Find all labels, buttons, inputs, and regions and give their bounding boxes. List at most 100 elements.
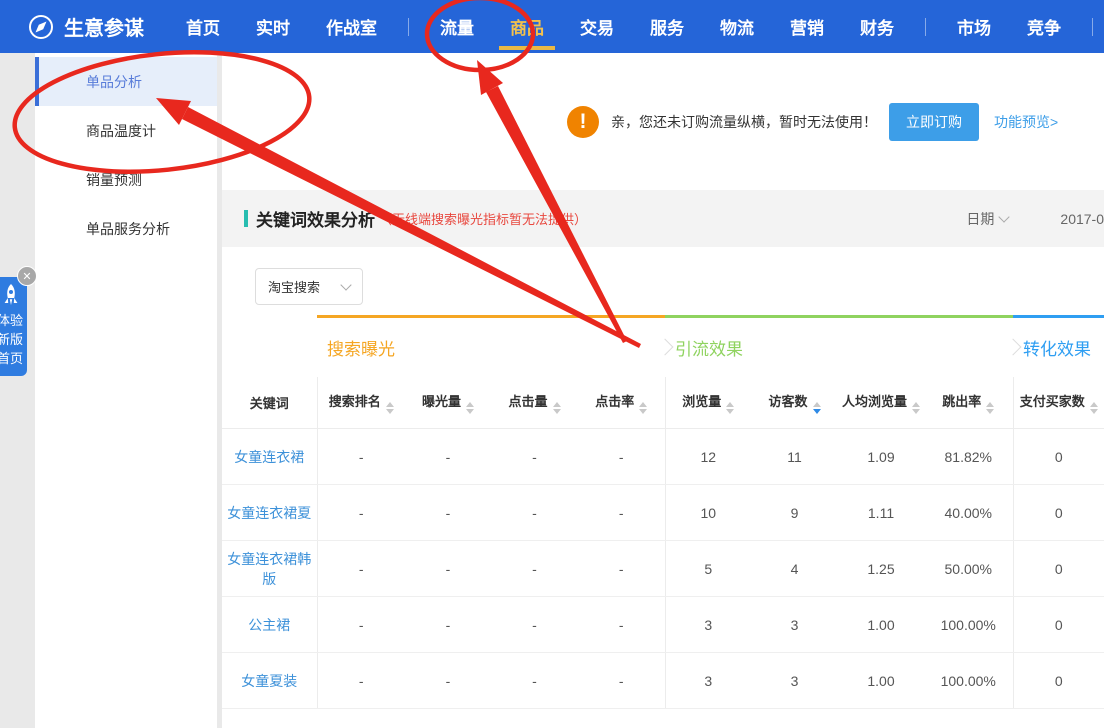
nav-item-competition[interactable]: 竞争 xyxy=(1009,0,1079,53)
metric-cell: 3 xyxy=(665,653,751,709)
sort-icon[interactable] xyxy=(813,402,821,414)
column-group-label: 转化效果 xyxy=(1023,340,1091,359)
metric-cell: 10 xyxy=(665,485,751,541)
nav-divider xyxy=(408,18,409,36)
nav-item-traffic[interactable]: 流量 xyxy=(422,0,492,53)
nav-item-home[interactable]: 首页 xyxy=(168,0,238,53)
metric-cell: - xyxy=(491,485,578,541)
column-header-3[interactable]: 点击量 xyxy=(491,377,578,429)
metric-cell: 5 xyxy=(665,541,751,597)
metric-cell: - xyxy=(491,653,578,709)
title-accent-bar xyxy=(244,210,248,227)
sidebar-item-item-service-analysis[interactable]: 单品服务分析 xyxy=(35,204,217,253)
metric-cell: - xyxy=(578,597,665,653)
metric-cell: 0 xyxy=(1013,653,1104,709)
column-header-0: 关键词 xyxy=(222,377,317,429)
nav-item-finance[interactable]: 财务 xyxy=(842,0,912,53)
metric-cell: 0 xyxy=(1013,597,1104,653)
metric-cell: 1.11 xyxy=(838,485,924,541)
column-header-8[interactable]: 跳出率 xyxy=(924,377,1013,429)
sort-icon[interactable] xyxy=(986,402,994,414)
column-header-2[interactable]: 曝光量 xyxy=(405,377,491,429)
sort-icon[interactable] xyxy=(726,402,734,414)
section-title: 关键词效果分析 xyxy=(256,206,375,231)
keyword-link[interactable]: 女童连衣裙韩版 xyxy=(222,541,317,597)
sort-icon[interactable] xyxy=(912,402,920,414)
widget-close-icon[interactable]: ✕ xyxy=(17,266,37,286)
metric-cell: 1.00 xyxy=(838,653,924,709)
section-note: （无线端搜索曝光指标暂无法提供） xyxy=(379,209,587,228)
column-header-1[interactable]: 搜索排名 xyxy=(317,377,405,429)
date-filter[interactable]: 日期 xyxy=(966,209,1008,229)
keyword-link[interactable]: 女童连衣裙 xyxy=(222,429,317,485)
metric-cell: 81.82% xyxy=(924,429,1013,485)
nav-item-product[interactable]: 商品 xyxy=(492,0,562,53)
table-row: 女童连衣裙夏----1091.1140.00%0 xyxy=(222,485,1104,541)
metric-cell: - xyxy=(491,597,578,653)
keyword-link[interactable]: 女童夏装 xyxy=(222,653,317,709)
nav-item-logistics[interactable]: 物流 xyxy=(702,0,772,53)
sort-icon[interactable] xyxy=(466,402,474,414)
metric-cell: 40.00% xyxy=(924,485,1013,541)
sidebar-item-product-thermometer[interactable]: 商品温度计 xyxy=(35,106,217,155)
metric-cell: 0 xyxy=(1013,541,1104,597)
notice-text: 亲，您还未订购流量纵横，暂时无法使用！ xyxy=(611,112,877,132)
metric-cell: - xyxy=(317,541,405,597)
metric-cell: - xyxy=(578,653,665,709)
feature-preview-link[interactable]: 功能预览> xyxy=(994,112,1058,132)
keyword-link[interactable]: 女童连衣裙夏 xyxy=(222,485,317,541)
group-blank-cell xyxy=(222,317,317,377)
sort-icon[interactable] xyxy=(1090,402,1098,414)
nav-item-market[interactable]: 市场 xyxy=(939,0,1009,53)
nav-item-service[interactable]: 服务 xyxy=(632,0,702,53)
navbar: 生意参谋 首页实时作战室流量商品交易服务物流营销财务市场竞争业务专区 xyxy=(0,0,1104,53)
metric-cell: 0 xyxy=(1013,485,1104,541)
sort-icon[interactable] xyxy=(386,402,394,414)
metric-cell: 11 xyxy=(751,429,838,485)
search-channel-select[interactable]: 淘宝搜索 xyxy=(255,268,363,305)
metric-cell: - xyxy=(317,653,405,709)
date-filter-label: 日期 xyxy=(966,209,994,229)
brand-name: 生意参谋 xyxy=(64,12,144,41)
sort-icon[interactable] xyxy=(639,402,647,414)
chevron-down-icon xyxy=(340,279,351,290)
metric-cell: 1.09 xyxy=(838,429,924,485)
keyword-link[interactable]: 公主裙 xyxy=(222,597,317,653)
metric-cell: 0 xyxy=(1013,429,1104,485)
chevron-down-icon xyxy=(999,211,1010,222)
column-header-6[interactable]: 访客数 xyxy=(751,377,838,429)
nav-item-marketing[interactable]: 营销 xyxy=(772,0,842,53)
table-row: 女童连衣裙----12111.0981.82%0 xyxy=(222,429,1104,485)
section-header: 关键词效果分析 （无线端搜索曝光指标暂无法提供） 日期 2017-0 xyxy=(222,190,1104,247)
metric-cell: - xyxy=(317,597,405,653)
nav-item-trade[interactable]: 交易 xyxy=(562,0,632,53)
metric-cell: 3 xyxy=(751,597,838,653)
column-header-4[interactable]: 点击率 xyxy=(578,377,665,429)
widget-line: 新版 xyxy=(0,330,23,349)
metric-cell: - xyxy=(491,541,578,597)
table-row: 公主裙----331.00100.00%0 xyxy=(222,597,1104,653)
main-content: ! 亲，您还未订购流量纵横，暂时无法使用！ 立即订购 功能预览> 关键词效果分析… xyxy=(222,53,1104,728)
sidebar-item-item-analysis[interactable]: 单品分析 xyxy=(35,57,217,106)
metric-cell: - xyxy=(578,541,665,597)
search-channel-value: 淘宝搜索 xyxy=(268,277,320,296)
metric-cell: 1.25 xyxy=(838,541,924,597)
column-header-5[interactable]: 浏览量 xyxy=(665,377,751,429)
column-header-7[interactable]: 人均浏览量 xyxy=(838,377,924,429)
metric-cell: - xyxy=(578,485,665,541)
column-header-9[interactable]: 支付买家数 xyxy=(1013,377,1104,429)
filter-row: 淘宝搜索 xyxy=(222,247,1104,315)
date-value[interactable]: 2017-0 xyxy=(1060,211,1104,227)
column-group-0: 搜索曝光 xyxy=(317,317,665,377)
metric-cell: 100.00% xyxy=(924,597,1013,653)
metric-cell: - xyxy=(317,429,405,485)
new-version-widget[interactable]: 体验 新版 首页 xyxy=(0,277,27,376)
metric-cell: - xyxy=(405,429,491,485)
sort-icon[interactable] xyxy=(553,402,561,414)
nav-item-realtime[interactable]: 实时 xyxy=(238,0,308,53)
nav-item-war-room[interactable]: 作战室 xyxy=(308,0,395,53)
order-now-button[interactable]: 立即订购 xyxy=(889,103,979,141)
metric-cell: 9 xyxy=(751,485,838,541)
sidebar-item-sales-forecast[interactable]: 销量预测 xyxy=(35,155,217,204)
brand[interactable]: 生意参谋 xyxy=(0,12,168,41)
